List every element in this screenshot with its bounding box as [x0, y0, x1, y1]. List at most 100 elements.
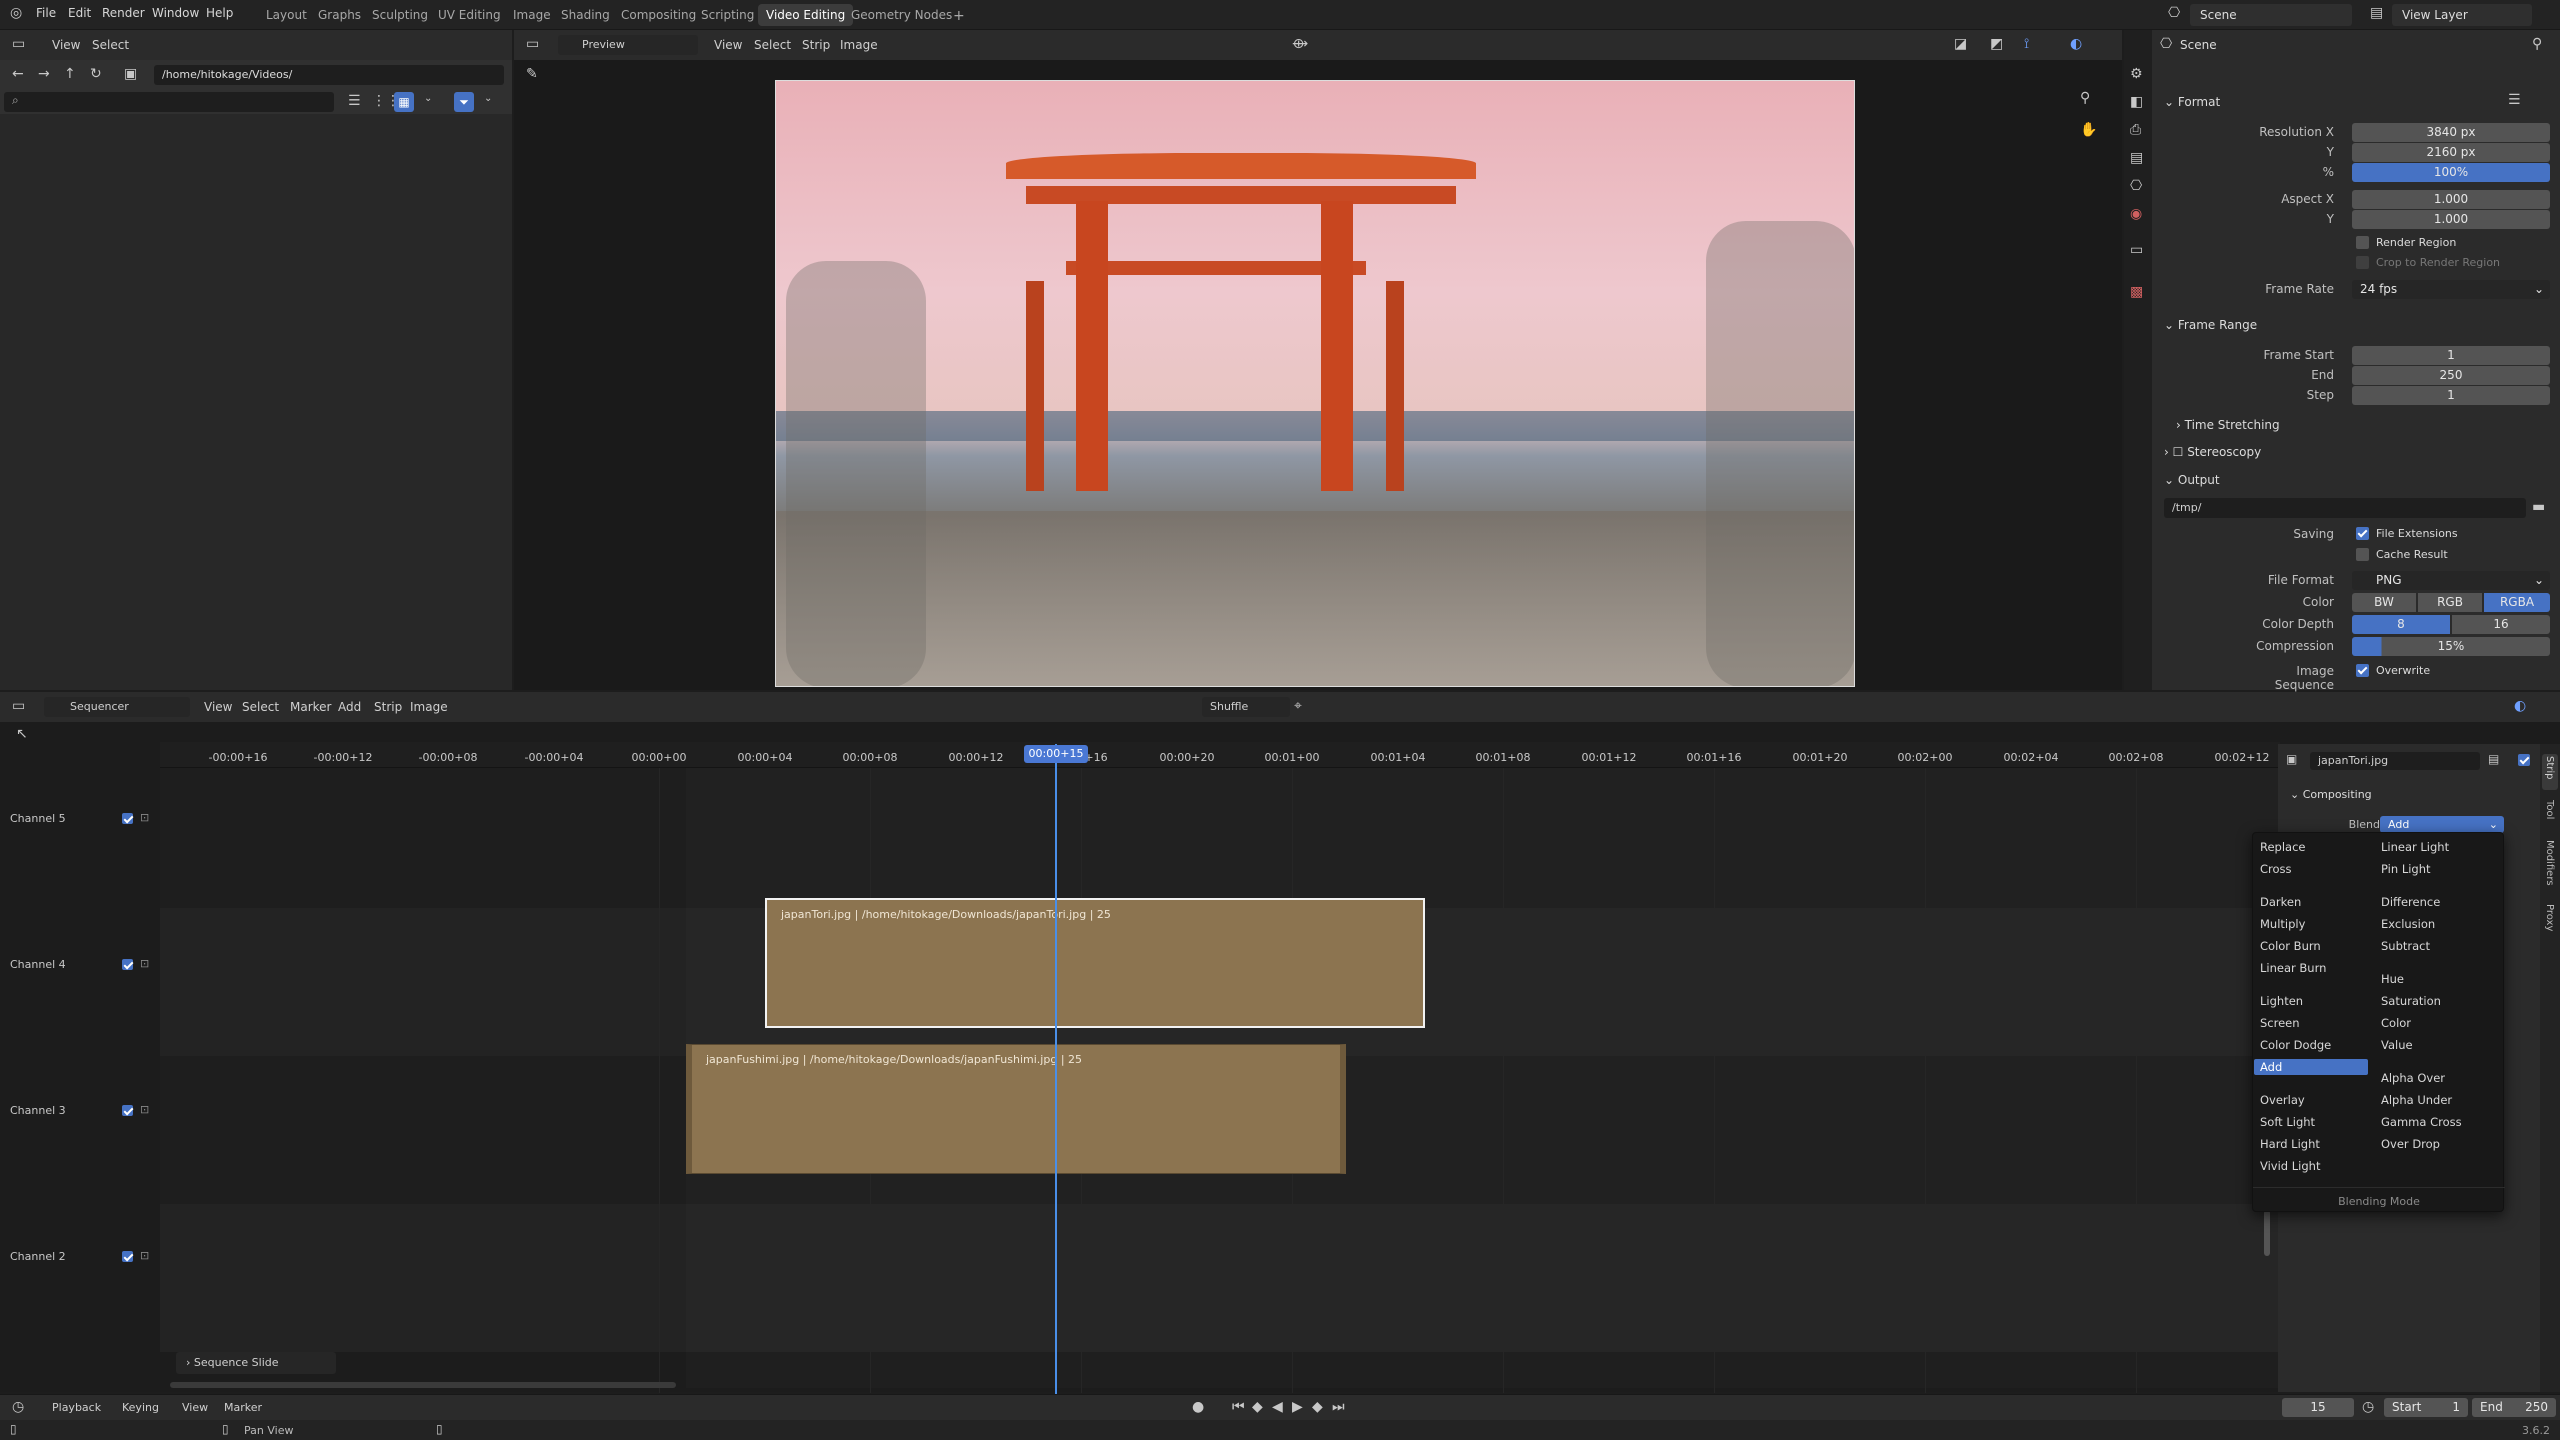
- view-layer-icon[interactable]: ▤: [2370, 5, 2383, 21]
- tab-shading[interactable]: Shading: [553, 4, 618, 26]
- record-icon[interactable]: ●: [1192, 1399, 1204, 1415]
- blend-option[interactable]: Over Drop: [2381, 1137, 2440, 1151]
- render-region-checkbox[interactable]: [2356, 236, 2369, 249]
- pin-icon[interactable]: ⚲: [2532, 36, 2542, 52]
- sequencer-view-dropdown[interactable]: Sequencer: [44, 697, 190, 717]
- start-frame-field[interactable]: Start 1: [2384, 1398, 2468, 1417]
- lock-icon[interactable]: ⊡: [140, 811, 149, 824]
- horizontal-scrollbar[interactable]: [170, 1382, 676, 1388]
- new-folder-icon[interactable]: ▣: [124, 66, 137, 82]
- menu-file[interactable]: File: [36, 6, 56, 20]
- view-mode-dropdown[interactable]: Preview: [558, 35, 698, 55]
- seq-menu-strip[interactable]: Strip: [374, 700, 402, 714]
- collection-tab-icon[interactable]: ▭: [2130, 242, 2143, 258]
- sample-tool-icon[interactable]: ✎: [526, 66, 538, 82]
- jump-start-icon[interactable]: ⏮: [1232, 1399, 1245, 1415]
- overlap-mode-dropdown[interactable]: Shuffle: [1202, 697, 1290, 717]
- playhead-time-label[interactable]: 00:00+15: [1024, 745, 1088, 763]
- time-stretching-subpanel[interactable]: › Time Stretching: [2176, 418, 2280, 432]
- blend-option[interactable]: Saturation: [2381, 994, 2441, 1008]
- aspect-y-field[interactable]: 1.000: [2352, 210, 2550, 229]
- blend-option[interactable]: Vivid Light: [2260, 1159, 2320, 1173]
- blend-option[interactable]: Multiply: [2260, 917, 2305, 931]
- blend-option[interactable]: Gamma Cross: [2381, 1115, 2462, 1129]
- blend-option[interactable]: Overlay: [2260, 1093, 2305, 1107]
- blend-dropdown[interactable]: Add ⌄: [2380, 816, 2504, 833]
- seq-menu-select[interactable]: Select: [242, 700, 279, 714]
- sound-toggle-icon[interactable]: ▤: [2488, 752, 2499, 766]
- gizmo-icon[interactable]: ◩: [1990, 36, 2003, 52]
- presets-icon[interactable]: ☰: [2508, 92, 2521, 108]
- blend-option[interactable]: Alpha Under: [2381, 1093, 2452, 1107]
- blend-option[interactable]: Linear Light: [2381, 840, 2449, 854]
- cache-result-checkbox[interactable]: [2356, 548, 2369, 561]
- refresh-icon[interactable]: ↻: [90, 66, 102, 82]
- scene-tab-icon[interactable]: ⎔: [2130, 178, 2142, 194]
- timeline-menu-playback[interactable]: Playback: [52, 1401, 101, 1414]
- path-field[interactable]: /home/hitokage/Videos/: [154, 65, 504, 85]
- editor-type-icon[interactable]: ▭: [12, 698, 25, 714]
- timeline-menu-marker[interactable]: Marker: [224, 1401, 262, 1414]
- blend-option[interactable]: Screen: [2260, 1016, 2300, 1030]
- select-tool-icon[interactable]: ↖: [16, 726, 28, 742]
- blend-option[interactable]: Color Dodge: [2260, 1038, 2331, 1052]
- blender-logo-icon[interactable]: ◎: [10, 5, 22, 21]
- seq-menu-marker[interactable]: Marker: [290, 700, 331, 714]
- output-section-header[interactable]: ⌄ Output: [2164, 473, 2220, 487]
- lock-icon[interactable]: ⊡: [140, 1103, 149, 1116]
- blend-option[interactable]: Cross: [2260, 862, 2292, 876]
- tab-compositing[interactable]: Compositing: [613, 4, 704, 26]
- blend-option-selected[interactable]: Add: [2254, 1059, 2368, 1075]
- preview-menu-select[interactable]: Select: [754, 38, 791, 52]
- resolution-x-field[interactable]: 3840 px: [2352, 123, 2550, 142]
- frame-step-field[interactable]: 1: [2352, 386, 2550, 405]
- depth-8-button[interactable]: 8: [2352, 615, 2450, 634]
- blend-option[interactable]: Replace: [2260, 840, 2306, 854]
- add-workspace-icon[interactable]: +: [945, 4, 973, 26]
- lock-icon[interactable]: ⊡: [140, 957, 149, 970]
- texture-tab-icon[interactable]: ▩: [2130, 284, 2143, 300]
- compositing-section-header[interactable]: ⌄ Compositing: [2290, 788, 2372, 801]
- play-icon[interactable]: ▶: [1292, 1399, 1303, 1415]
- blend-option[interactable]: Alpha Over: [2381, 1071, 2445, 1085]
- tab-image[interactable]: Image: [505, 4, 559, 26]
- channel-mute-checkbox[interactable]: [122, 959, 133, 970]
- lock-icon[interactable]: ⊡: [140, 1249, 149, 1262]
- scene-selector[interactable]: Scene: [2190, 4, 2352, 26]
- overlay-icon[interactable]: ⟟: [2024, 36, 2029, 52]
- view-layer-tab-icon[interactable]: ▤: [2130, 150, 2143, 166]
- blend-option[interactable]: Hue: [2381, 972, 2404, 986]
- overwrite-checkbox[interactable]: [2356, 664, 2369, 677]
- aspect-x-field[interactable]: 1.000: [2352, 190, 2550, 209]
- compression-slider[interactable]: 15%: [2352, 637, 2550, 656]
- thumbnails-icon[interactable]: ▦: [394, 92, 414, 112]
- frame-start-field[interactable]: 1: [2352, 346, 2550, 365]
- preview-menu-view[interactable]: View: [714, 38, 742, 52]
- tab-scripting[interactable]: Scripting: [693, 4, 762, 26]
- blend-option[interactable]: Color: [2381, 1016, 2411, 1030]
- seq-menu-view[interactable]: View: [204, 700, 232, 714]
- menu-window[interactable]: Window: [152, 6, 199, 20]
- blend-option[interactable]: Lighten: [2260, 994, 2303, 1008]
- depth-16-button[interactable]: 16: [2452, 615, 2550, 634]
- output-path-field[interactable]: /tmp/: [2164, 498, 2526, 518]
- folder-icon[interactable]: ▬: [2532, 499, 2545, 515]
- strip-name-field[interactable]: japanTori.jpg: [2310, 752, 2480, 770]
- stopwatch-icon[interactable]: ◷: [2362, 1399, 2374, 1415]
- jump-end-icon[interactable]: ⏭: [1332, 1399, 1345, 1415]
- preview-menu-strip[interactable]: Strip: [802, 38, 830, 52]
- frame-end-field[interactable]: 250: [2352, 366, 2550, 385]
- output-tab-icon[interactable]: ⎙: [2130, 122, 2141, 138]
- view-layer-selector[interactable]: View Layer: [2392, 4, 2532, 26]
- stereoscopy-section-header[interactable]: › ☐ Stereoscopy: [2164, 445, 2261, 459]
- blend-option[interactable]: Exclusion: [2381, 917, 2435, 931]
- tab-proxy[interactable]: Proxy: [2544, 904, 2555, 931]
- filter-chevron-icon[interactable]: ⌄: [484, 93, 492, 104]
- show-overlay-icon[interactable]: ◐: [2070, 36, 2082, 52]
- forward-arrow-icon[interactable]: →: [38, 66, 50, 82]
- zoom-icon[interactable]: ⚲: [2080, 90, 2090, 106]
- tab-graphs[interactable]: Graphs: [310, 4, 369, 26]
- preview-menu-image[interactable]: Image: [840, 38, 878, 52]
- list-vertical-icon[interactable]: ☰: [348, 93, 361, 109]
- blend-option[interactable]: Pin Light: [2381, 862, 2431, 876]
